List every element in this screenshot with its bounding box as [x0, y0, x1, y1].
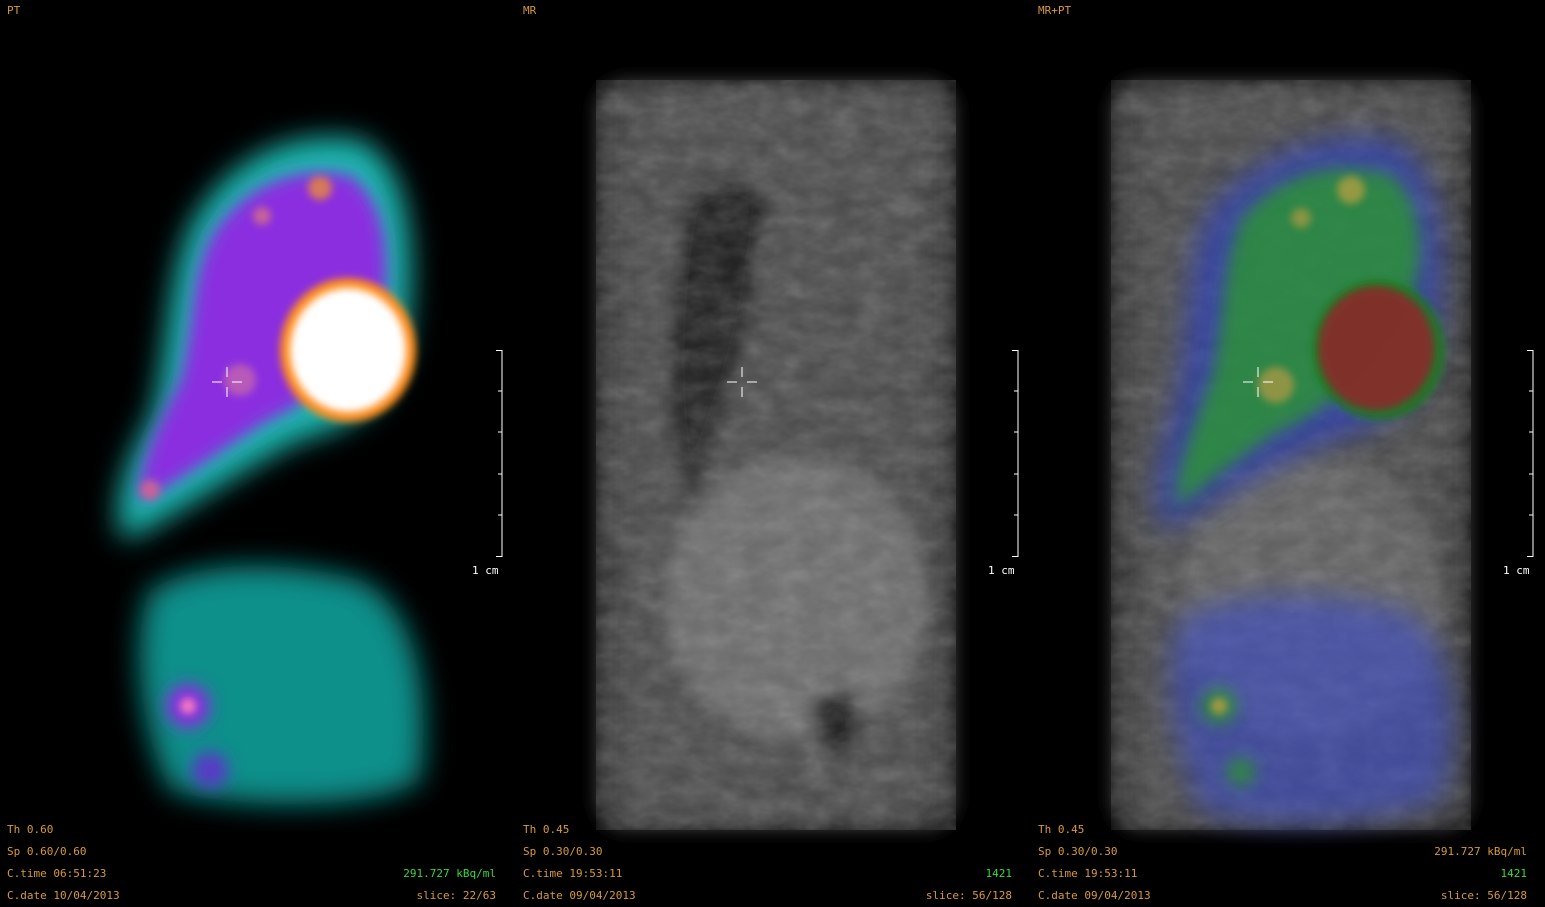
pixel-value: 1421	[985, 867, 1013, 880]
slice-label: slice: 22/63	[416, 889, 496, 902]
panel-fusion[interactable]: MR+PT 1 cm Th 0.45 Sp 0.30/0.30 C.time 1…	[1031, 0, 1545, 907]
pet-image	[118, 137, 424, 804]
scale-bar	[1012, 350, 1019, 557]
pixel-value-mr: 1421	[1500, 867, 1528, 880]
mr-image	[596, 80, 956, 830]
scale-label: 1 cm	[472, 564, 499, 577]
ctime-label: C.time 06:51:23	[7, 867, 107, 880]
scale-label: 1 cm	[988, 564, 1015, 577]
cdate-label: C.date 09/04/2013	[1038, 889, 1151, 902]
pixel-value: 291.727 kBq/ml	[403, 867, 496, 880]
spacing-label: Sp 0.30/0.30	[1038, 845, 1118, 858]
panel-title: PT	[7, 4, 21, 17]
scale-bar	[1527, 350, 1534, 557]
threshold-label: Th 0.45	[523, 823, 570, 836]
threshold-label: Th 0.45	[1038, 823, 1085, 836]
panel-title: MR+PT	[1038, 4, 1072, 17]
threshold-label: Th 0.60	[7, 823, 54, 836]
panel-pt[interactable]: PT 1 cm Th 0.60 Sp 0.60/0.60 C.time 06:5…	[0, 0, 514, 907]
slice-label: slice: 56/128	[1440, 889, 1527, 902]
pixel-value-pt: 291.727 kBq/ml	[1434, 845, 1527, 858]
ctime-label: C.time 19:53:11	[523, 867, 623, 880]
scale-label: 1 cm	[1503, 564, 1530, 577]
fusion-image	[1111, 80, 1471, 830]
spacing-label: Sp 0.60/0.60	[7, 845, 87, 858]
ctime-label: C.time 19:53:11	[1038, 867, 1138, 880]
slice-label: slice: 56/128	[925, 889, 1012, 902]
panel-title: MR	[523, 4, 537, 17]
cdate-label: C.date 10/04/2013	[7, 889, 120, 902]
scale-bar	[496, 350, 503, 557]
panel-mr[interactable]: MR 1 cm Th 0.45 Sp 0.30/0.30 C.time 19:5…	[516, 0, 1030, 907]
cdate-label: C.date 09/04/2013	[523, 889, 636, 902]
spacing-label: Sp 0.30/0.30	[523, 845, 603, 858]
